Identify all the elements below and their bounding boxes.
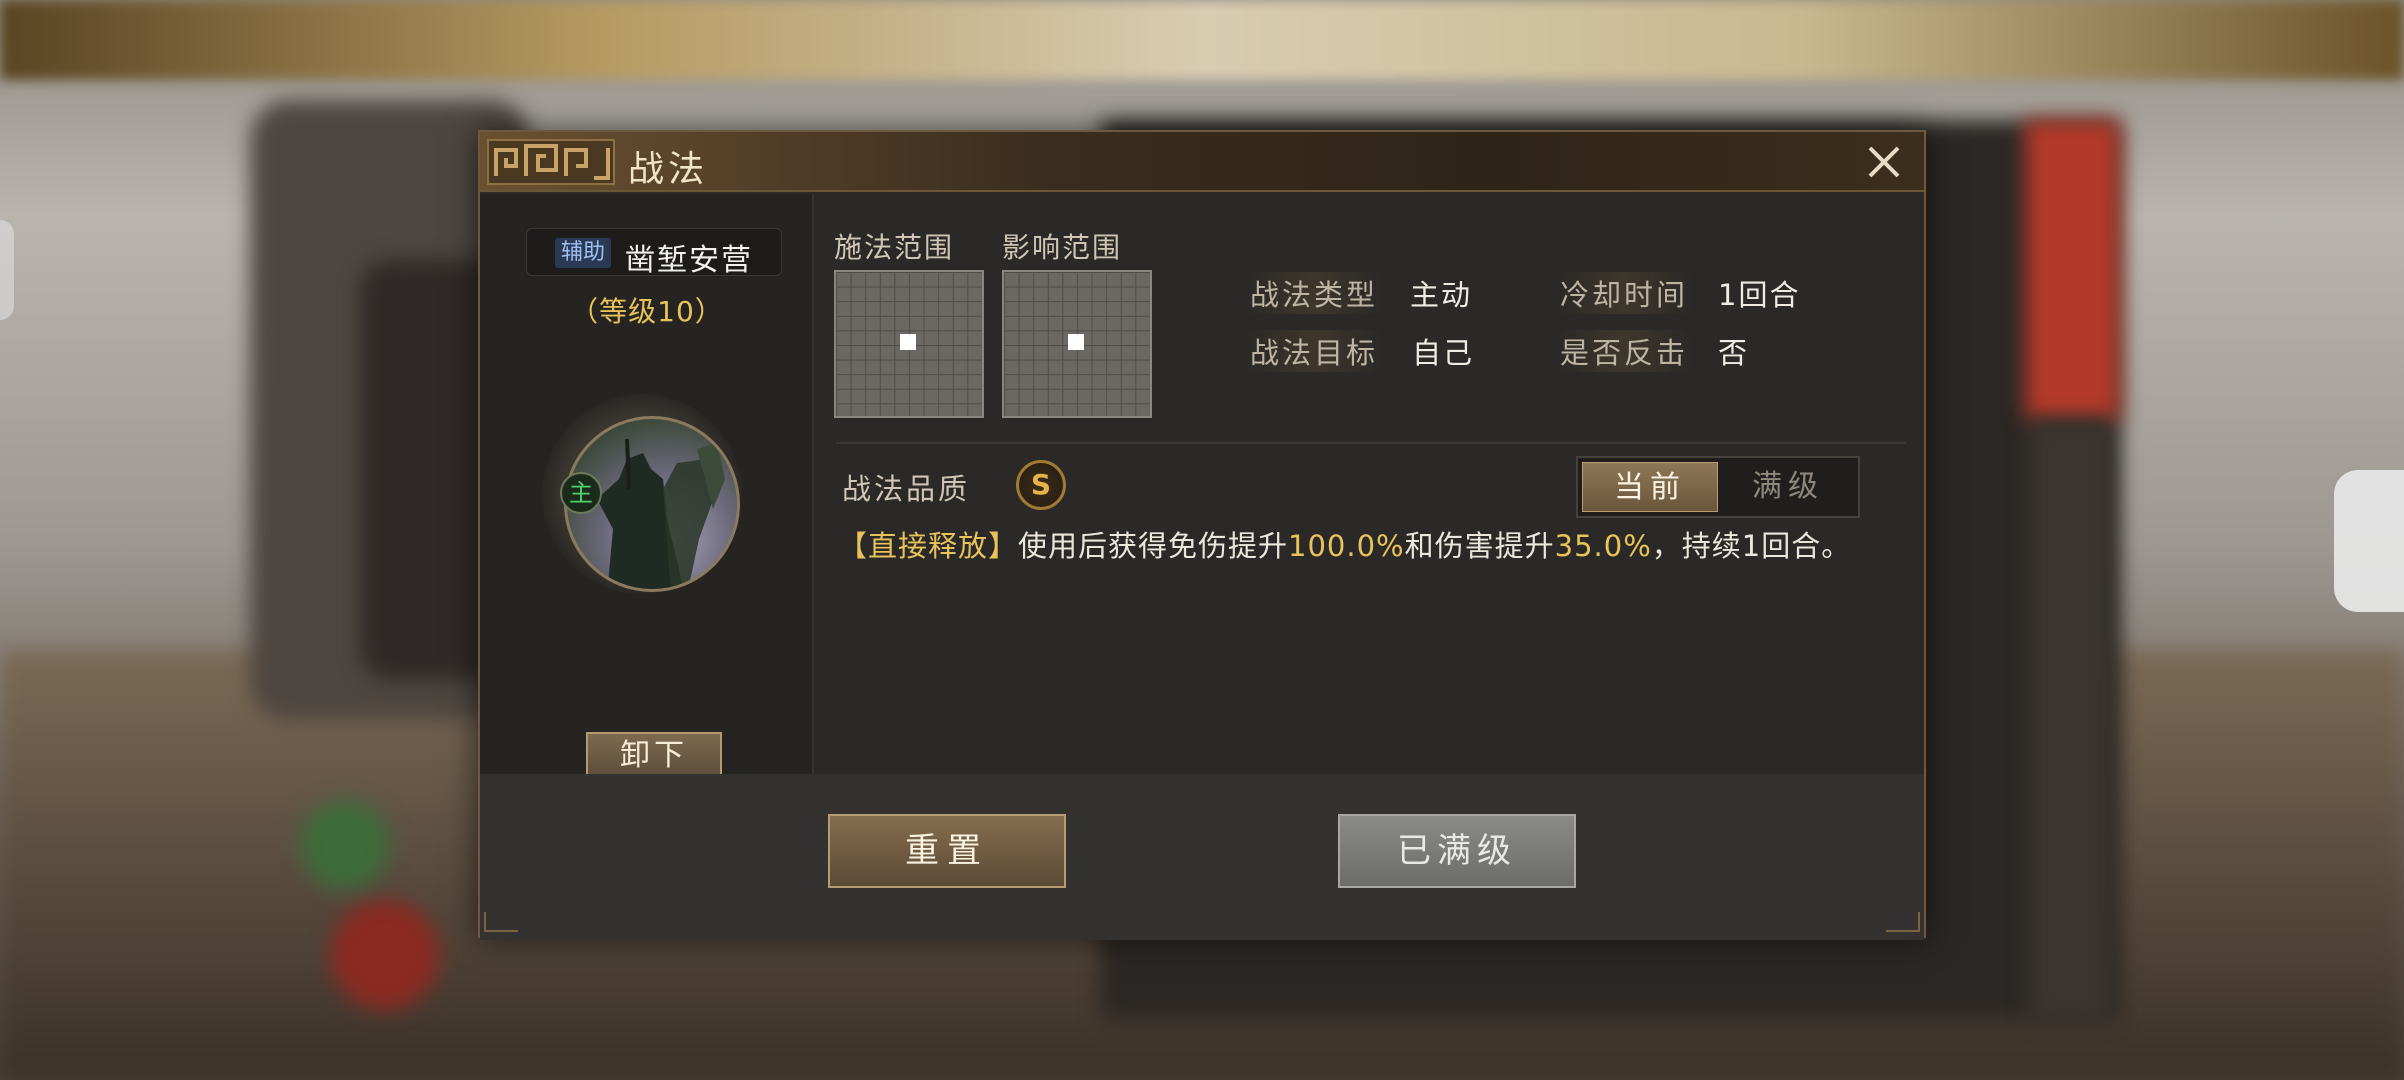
skill-type-label: 战法类型 <box>1246 272 1383 314</box>
description-text-3: ，持续1回合。 <box>1651 529 1852 563</box>
maxed-level-button: 已满级 <box>1338 814 1576 888</box>
skill-type-value: 主动 <box>1410 278 1473 312</box>
description-value-1: 100.0% <box>1288 529 1405 563</box>
skill-description: 【直接释放】使用后获得免伤提升100.0%和伤害提升35.0%，持续1回合。 <box>838 524 1908 568</box>
tab-current[interactable]: 当前 <box>1582 462 1718 512</box>
corner-ornament-left <box>484 912 518 932</box>
dialog-titlebar: 战法 <box>480 132 1924 192</box>
cast-range-grid <box>834 270 984 418</box>
cooldown-label: 冷却时间 <box>1556 272 1693 314</box>
description-tag: 【直接释放】 <box>838 529 1019 563</box>
cast-range-label: 施法范围 <box>834 231 955 264</box>
level-tab-group: 当前 满级 <box>1576 456 1860 518</box>
skill-target-label: 战法目标 <box>1246 330 1383 372</box>
title-ornament-icon <box>487 139 615 185</box>
tab-max-level[interactable]: 满级 <box>1720 462 1856 512</box>
description-text-1: 使用后获得免伤提升 <box>1018 529 1289 563</box>
effect-range-label: 影响范围 <box>1002 231 1123 264</box>
skill-dialog: 战法 辅助 凿堑安营 （等级10） 主 卸下 施法范围 影响范围 战法类型 主动… <box>478 130 1926 940</box>
cooldown-value: 1回合 <box>1718 278 1801 312</box>
skill-quality-badge: S <box>1016 460 1066 510</box>
dialog-title: 战法 <box>628 149 709 190</box>
effect-range-grid <box>1002 270 1152 418</box>
cast-range-center-cell <box>900 334 916 350</box>
background-red-banner <box>2025 120 2120 420</box>
left-edge-tab[interactable] <box>0 220 14 320</box>
dialog-footer: 重置 已满级 <box>480 774 1924 940</box>
main-slot-badge: 主 <box>560 472 602 514</box>
background-green-icon <box>300 800 390 890</box>
reset-button[interactable]: 重置 <box>828 814 1066 888</box>
background-right-strip <box>2030 420 2110 1020</box>
section-divider <box>836 442 1906 444</box>
corner-ornament-right <box>1886 912 1920 932</box>
side-floating-tab[interactable] <box>2334 470 2404 612</box>
skill-target-value: 自己 <box>1412 336 1475 370</box>
skill-name-tag: 辅助 凿堑安营 <box>526 228 782 278</box>
skill-level: （等级10） <box>570 295 724 328</box>
effect-range-center-cell <box>1068 334 1084 350</box>
skill-name: 凿堑安营 <box>625 243 753 278</box>
description-value-2: 35.0% <box>1554 529 1652 563</box>
counterattack-value: 否 <box>1718 336 1750 370</box>
background-top-bar <box>0 0 2404 80</box>
background-red-icon <box>330 900 440 1010</box>
counterattack-label: 是否反击 <box>1556 330 1693 372</box>
description-text-2: 和伤害提升 <box>1404 529 1555 563</box>
skill-detail-panel: 施法范围 影响范围 战法类型 主动 冷却时间 1回合 战法目标 自己 是否反击 … <box>816 194 1924 774</box>
role-badge: 辅助 <box>555 238 612 268</box>
close-icon[interactable] <box>1862 140 1906 184</box>
skill-summary-panel: 辅助 凿堑安营 （等级10） 主 卸下 <box>480 194 814 782</box>
dialog-body: 辅助 凿堑安营 （等级10） 主 卸下 施法范围 影响范围 战法类型 主动 冷却… <box>480 194 1924 940</box>
skill-quality-label: 战法品质 <box>842 472 971 506</box>
